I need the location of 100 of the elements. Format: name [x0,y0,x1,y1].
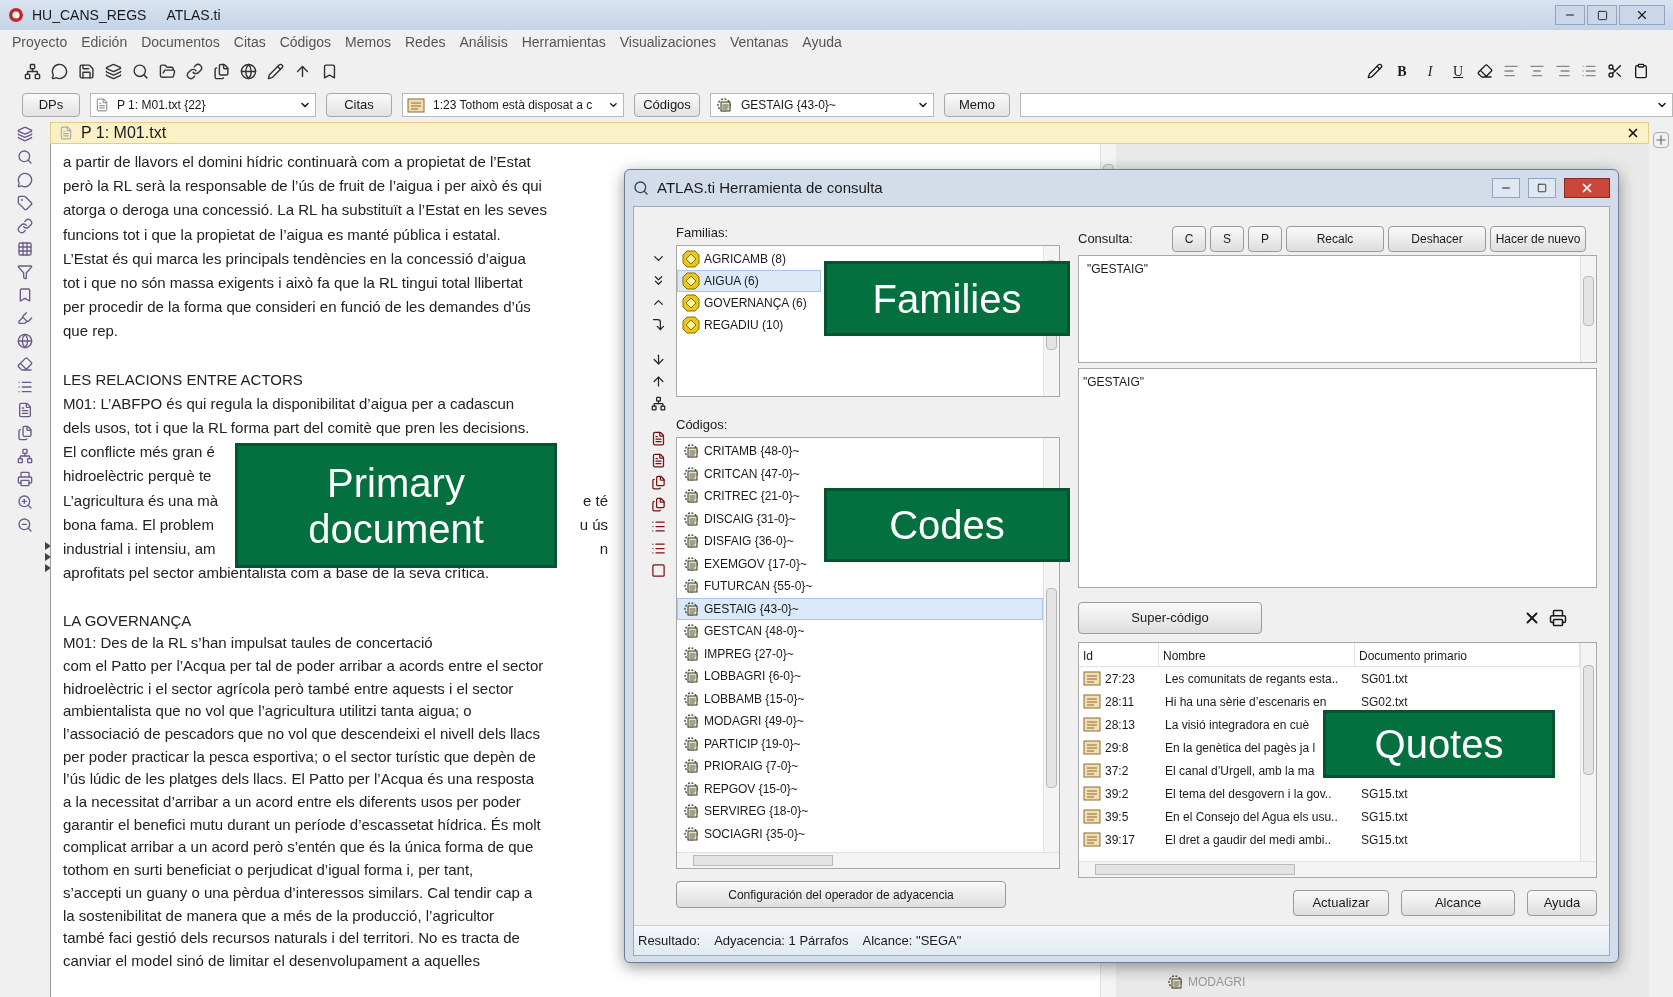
family-item[interactable]: GOVERNANÇA (6) [677,292,821,314]
supercode-button[interactable]: Super-código [1078,602,1262,634]
format-button[interactable]: B [1393,60,1411,82]
adjacency-config-button[interactable]: Configuración del operador de adyacencia [676,881,1006,908]
menu-item[interactable]: Ventanas [729,31,789,53]
query-button[interactable]: Hacer de nuevo [1490,226,1586,252]
entity-dropdown[interactable]: 1:23 Tothom està disposat a c [402,93,624,117]
code-item[interactable]: REPGOV {15-0}~ [677,777,803,800]
dialog-button[interactable]: Alcance [1401,890,1515,916]
code-item[interactable]: GESTAIG {43-0}~ [677,597,1043,620]
search-icon[interactable] [132,62,149,80]
family-item[interactable]: AGRICAMB (8) [677,248,821,270]
zoom-out-icon[interactable] [17,517,33,533]
query-button[interactable]: Deshacer [1388,226,1486,252]
align-right-icon[interactable] [1555,63,1571,79]
code-item[interactable]: PARTICIP {19-0}~ [677,732,806,755]
menu-item[interactable]: Códigos [279,31,332,53]
printer-icon[interactable] [1549,609,1567,627]
filter-icon[interactable] [17,264,33,280]
globe-icon[interactable] [240,62,257,80]
documents-icon[interactable] [650,475,666,490]
entity-dropdown[interactable]: GESTAIG {43-0}~ [710,93,934,117]
menu-item[interactable]: Citas [233,31,266,53]
query-button[interactable]: Recalc [1286,226,1384,252]
manager-button[interactable]: Memo [944,93,1010,117]
menu-item[interactable]: Redes [404,31,446,53]
code-item[interactable]: LOBBAGRI {6-0}~ [677,665,807,688]
code-item[interactable]: FUTURCAN {55-0}~ [677,575,818,598]
documents-icon[interactable] [650,497,666,512]
code-item[interactable]: DISFAIG {36-0}~ [677,530,799,553]
query-button[interactable]: C [1172,226,1206,252]
link-icon[interactable] [17,218,33,234]
code-item[interactable]: EXEMGOV {17-0}~ [677,552,813,575]
menu-item[interactable]: Visualizaciones [619,31,716,53]
document-icon[interactable] [650,431,666,446]
menu-item[interactable]: Herramientas [521,31,606,53]
query-text-box[interactable]: "GESTAIG" [1078,255,1597,363]
code-item[interactable]: CRITREC {21-0}~ [677,485,805,508]
document-icon[interactable] [650,453,666,468]
menu-item[interactable]: Proyecto [12,31,68,53]
paste-icon[interactable] [1633,63,1649,79]
code-item[interactable]: CRITCAN {47-0}~ [677,462,805,485]
menu-item[interactable]: Documentos [141,31,220,53]
maximize-button[interactable] [1528,178,1556,198]
link-icon[interactable] [186,62,203,80]
network-icon[interactable] [24,62,41,80]
menu-item[interactable]: Edición [81,31,128,53]
menu-item[interactable]: Análisis [459,31,508,53]
zoom-in-icon[interactable] [17,494,33,510]
bookmark-icon[interactable] [17,287,33,303]
align-center-icon[interactable] [1529,63,1545,79]
code-item[interactable]: DISCAIG {31-0}~ [677,507,801,530]
bookmark-icon[interactable] [321,62,338,80]
expand-arrows-icon[interactable] [44,540,52,574]
scrollbar[interactable] [1580,643,1596,861]
query-button[interactable]: S [1210,226,1244,252]
folder-icon[interactable] [159,62,176,80]
document-icon[interactable] [17,402,33,418]
list-icon[interactable] [650,541,666,556]
query-button[interactable]: P [1248,226,1282,252]
horizontal-scrollbar[interactable] [1079,861,1596,877]
dialog-button[interactable]: Actualizar [1293,890,1389,916]
globe-icon[interactable] [17,333,33,349]
code-item[interactable]: SOCIAGRI {35-0}~ [677,822,811,845]
code-item[interactable]: CRITAMB {48-0}~ [677,440,805,463]
entity-dropdown[interactable]: P 1: M01.txt {22} [90,93,316,117]
hierarchy-icon[interactable] [650,396,666,411]
family-item[interactable]: REGADIU (10) [677,314,821,336]
documents-icon[interactable] [213,62,230,80]
code-item[interactable]: GESTCAN {48-0}~ [677,620,810,643]
pencil-icon[interactable] [267,62,284,80]
code-item[interactable]: MODAGRI {49-0}~ [677,710,809,733]
arrow-down-icon[interactable] [650,352,666,367]
menu-item[interactable]: Ayuda [802,31,842,53]
pencil-icon[interactable] [1367,63,1383,79]
frame-icon[interactable] [650,563,666,578]
column-header[interactable]: Nombre [1159,643,1355,666]
code-item[interactable]: PRIORAIG {7-0}~ [677,755,804,778]
eraser-icon[interactable] [1477,63,1493,79]
layers-icon[interactable] [105,62,122,80]
align-left-icon[interactable] [1503,63,1519,79]
search-icon[interactable] [17,149,33,165]
comment-icon[interactable] [51,62,68,80]
column-header[interactable]: Id [1079,643,1159,666]
comment-icon[interactable] [17,172,33,188]
dialog-button[interactable]: Ayuda [1527,890,1597,916]
format-button[interactable]: U [1449,60,1467,82]
close-button[interactable] [1564,178,1610,198]
cut-icon[interactable] [1607,63,1623,79]
save-icon[interactable] [78,62,95,80]
family-item[interactable]: AIGUA (6) [677,270,821,292]
minimize-button[interactable] [1492,178,1520,198]
list-icon[interactable] [17,379,33,395]
manager-button[interactable]: DPs [22,93,80,117]
network-icon[interactable] [17,448,33,464]
maximize-button[interactable] [1587,5,1617,25]
menu-item[interactable]: Memos [345,31,391,53]
code-item[interactable]: SERVIREG {18-0}~ [677,800,814,823]
highlighter-icon[interactable] [17,310,33,326]
grid-icon[interactable] [17,241,33,257]
